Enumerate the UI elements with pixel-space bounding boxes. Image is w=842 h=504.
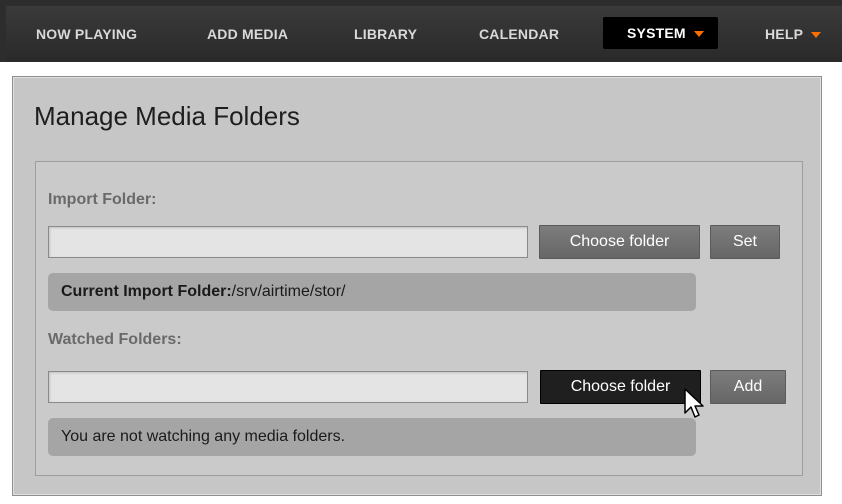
nav-help[interactable]: HELP xyxy=(765,24,822,44)
nav-now-playing[interactable]: NOW PLAYING xyxy=(36,24,137,44)
add-watched-folder-button[interactable]: Add xyxy=(710,370,786,404)
current-import-folder-value: /srv/airtime/stor/ xyxy=(231,283,346,300)
page-title: Manage Media Folders xyxy=(34,101,300,131)
nav-calendar-label: CALENDAR xyxy=(479,26,560,42)
watched-folders-label: Watched Folders: xyxy=(48,331,182,348)
nav-calendar[interactable]: CALENDAR xyxy=(479,24,559,44)
mouse-pointer-icon xyxy=(684,388,704,418)
nav-library-label: LIBRARY xyxy=(354,26,418,42)
caret-down-icon xyxy=(693,31,704,38)
import-folder-input[interactable] xyxy=(48,226,528,258)
top-bar: NOW PLAYING ADD MEDIA LIBRARY CALENDAR S… xyxy=(0,0,842,62)
nav-system[interactable]: SYSTEM xyxy=(603,17,718,49)
nav-library[interactable]: LIBRARY xyxy=(354,24,417,44)
current-import-folder-label: Current Import Folder: xyxy=(61,283,232,300)
nav-help-label: HELP xyxy=(765,26,804,42)
main-navigation: NOW PLAYING ADD MEDIA LIBRARY CALENDAR S… xyxy=(6,6,842,61)
caret-down-icon xyxy=(811,32,822,39)
import-choose-folder-button[interactable]: Choose folder xyxy=(539,225,700,259)
nav-now-playing-label: NOW PLAYING xyxy=(36,26,138,42)
manage-media-folders-panel: Manage Media Folders Import Folder: Choo… xyxy=(12,76,822,496)
set-import-folder-button[interactable]: Set xyxy=(710,225,780,259)
nav-add-media[interactable]: ADD MEDIA xyxy=(207,24,288,44)
current-import-folder-status: Current Import Folder:/srv/airtime/stor/ xyxy=(48,273,696,311)
import-folder-label: Import Folder: xyxy=(48,191,157,208)
watched-choose-folder-button[interactable]: Choose folder xyxy=(540,370,701,404)
nav-add-media-label: ADD MEDIA xyxy=(207,26,289,42)
watched-folders-status: You are not watching any media folders. xyxy=(48,418,696,456)
nav-system-label: SYSTEM xyxy=(627,25,686,41)
watched-folder-input[interactable] xyxy=(48,371,528,403)
folders-fieldset: Import Folder: Choose folder Set Current… xyxy=(35,161,803,476)
